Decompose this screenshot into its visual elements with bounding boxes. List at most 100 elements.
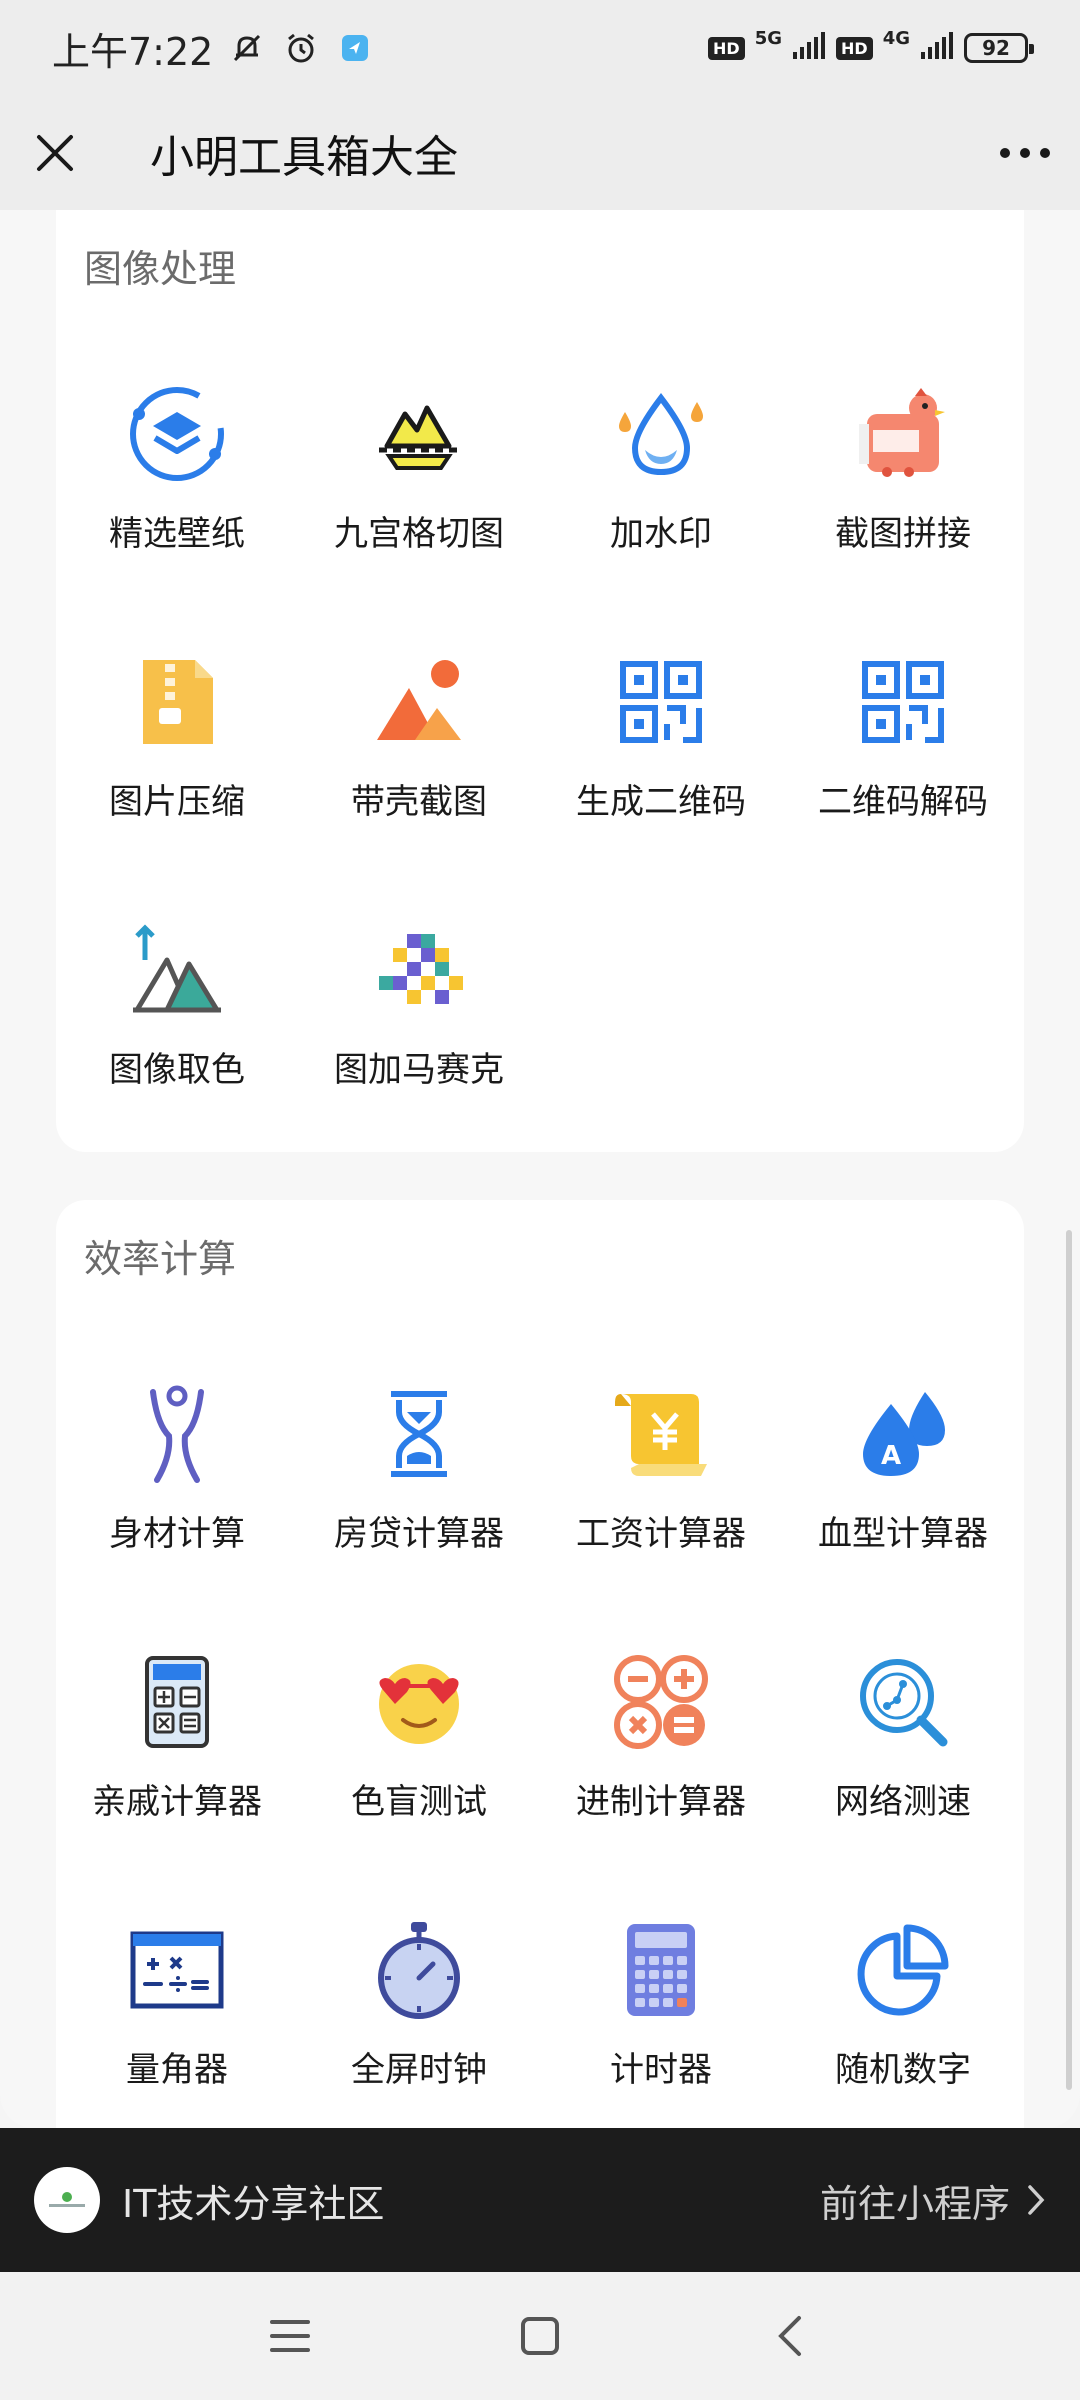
signal-bars-icon (920, 31, 954, 65)
chicken-screenshot-icon (853, 384, 953, 484)
qr-decode-icon (853, 652, 953, 752)
page-title: 小明工具箱大全 (150, 132, 458, 183)
hd-badge-2: HD (836, 36, 873, 60)
sunglasses-face-icon (369, 1652, 469, 1752)
tool-item[interactable]: 量角器 (56, 1896, 298, 2128)
tool-item[interactable]: 随机数字 (782, 1896, 1024, 2128)
status-left: 上午7:22 (52, 21, 375, 76)
tool-item[interactable]: A 血型计算器 (782, 1360, 1024, 1628)
tool-label: 截图拼接 (835, 514, 971, 554)
mosaic-icon (369, 920, 469, 1020)
keypad-calculator-icon (611, 1920, 711, 2020)
tool-item[interactable]: 图像取色 (56, 896, 298, 1164)
yuan-scroll-icon (611, 1384, 711, 1484)
pie-chart-icon (853, 1920, 953, 2020)
tool-item[interactable]: 全屏时钟 (298, 1896, 540, 2128)
back-chevron-icon (778, 2316, 801, 2356)
menu-lines-icon (270, 2320, 310, 2352)
tool-label: 生成二维码 (576, 782, 746, 822)
tool-item[interactable]: 身材计算 (56, 1360, 298, 1628)
more-options-button[interactable] (970, 96, 1080, 210)
tool-label: 随机数字 (835, 2050, 971, 2090)
tool-label: 色盲测试 (351, 1782, 487, 1822)
tool-item[interactable]: 截图拼接 (782, 360, 1024, 628)
tool-item[interactable]: 二维码解码 (782, 628, 1024, 896)
tool-label: 身材计算 (109, 1514, 245, 1554)
section-card-image: 图像处理 精选壁纸 九宫格切图 加水印 截图拼接 图片压缩 带壳截图 生成二维码… (56, 210, 1024, 1152)
status-bar: 上午7:22 HD 5G HD 4G 92 (0, 0, 1080, 96)
menu-button[interactable] (260, 2306, 320, 2366)
alarm-clock-icon (281, 28, 321, 68)
tool-label: 全屏时钟 (351, 2050, 487, 2090)
mini-program-avatar (34, 2167, 100, 2233)
title-bar: 小明工具箱大全 (0, 96, 1080, 210)
back-button[interactable] (760, 2306, 820, 2366)
tool-label: 加水印 (610, 514, 712, 554)
tool-label: 房贷计算器 (334, 1514, 504, 1554)
body-figure-icon (127, 1384, 227, 1484)
tool-item[interactable]: 进制计算器 (540, 1628, 782, 1896)
tool-item[interactable]: 加水印 (540, 360, 782, 628)
open-mini-program-label: 前往小程序 (819, 2181, 1010, 2226)
tool-label: 图像取色 (109, 1050, 245, 1090)
qr-code-icon (611, 652, 711, 752)
tool-grid: 身材计算 房贷计算器 工资计算器 A 血型计算器 亲戚计算器 色盲测试 进制计算… (56, 1360, 1024, 2128)
home-button[interactable] (510, 2306, 570, 2366)
mountain-sun-icon (369, 652, 469, 752)
tool-item[interactable]: 九宫格切图 (298, 360, 540, 628)
signal-bars-icon (792, 31, 826, 65)
tool-item[interactable]: 带壳截图 (298, 628, 540, 896)
tool-label: 精选壁纸 (109, 514, 245, 554)
open-mini-program-link[interactable]: 前往小程序 (820, 2173, 1046, 2228)
tool-label: 图片压缩 (109, 782, 245, 822)
status-right: HD 5G HD 4G 92 (708, 28, 1034, 65)
stopwatch-icon (369, 1920, 469, 2020)
tool-item[interactable]: 色盲测试 (298, 1628, 540, 1896)
network-search-icon (853, 1652, 953, 1752)
tool-list[interactable]: 图像处理 精选壁纸 九宫格切图 加水印 截图拼接 图片压缩 带壳截图 生成二维码… (0, 210, 1080, 2128)
more-dots-icon (1000, 148, 1050, 158)
tool-item[interactable]: 亲戚计算器 (56, 1628, 298, 1896)
section-title: 图像处理 (84, 247, 237, 291)
tool-label: 进制计算器 (576, 1782, 746, 1822)
network-5g-label: 5G (754, 27, 783, 49)
math-operators-icon (611, 1652, 711, 1752)
tool-item[interactable]: 房贷计算器 (298, 1360, 540, 1628)
community-logo-icon (49, 2192, 85, 2207)
tool-label: 计时器 (610, 2050, 712, 2090)
zip-file-icon (127, 652, 227, 752)
tool-label: 九宫格切图 (334, 514, 504, 554)
tool-item[interactable]: 工资计算器 (540, 1360, 782, 1628)
layers-ring-icon (127, 384, 227, 484)
section-card-calc: 效率计算 身材计算 房贷计算器 工资计算器 A 血型计算器 亲戚计算器 色盲测试… (56, 1200, 1024, 2128)
chevron-right-icon (1028, 2185, 1045, 2215)
tool-label: 网络测速 (835, 1782, 971, 1822)
tool-label: 工资计算器 (576, 1514, 746, 1554)
tool-label: 带壳截图 (351, 782, 487, 822)
tool-item[interactable]: 图片压缩 (56, 628, 298, 896)
system-nav-bar (0, 2272, 1080, 2400)
tool-item[interactable]: 计时器 (540, 1896, 782, 2128)
tool-item[interactable]: 网络测速 (782, 1628, 1024, 1896)
close-icon (37, 135, 73, 171)
home-square-icon (521, 2317, 559, 2355)
tool-label: 图加马赛克 (334, 1050, 504, 1090)
close-button[interactable] (0, 96, 110, 210)
network-4g-label: 4G (882, 27, 910, 49)
calculator-icon (127, 1652, 227, 1752)
mini-program-name: IT技术分享社区 (122, 2181, 385, 2226)
hourglass-icon (369, 1384, 469, 1484)
tool-label: 二维码解码 (818, 782, 988, 822)
mountain-arrow-icon (127, 920, 227, 1020)
tool-item[interactable]: 生成二维码 (540, 628, 782, 896)
tool-grid: 精选壁纸 九宫格切图 加水印 截图拼接 图片压缩 带壳截图 生成二维码 二维码解… (56, 360, 1024, 1164)
tool-label: 血型计算器 (818, 1514, 988, 1554)
hd-badge-1: HD (708, 36, 745, 60)
tool-item[interactable]: 图加马赛克 (298, 896, 540, 1164)
mini-program-bar[interactable]: IT技术分享社区 前往小程序 (0, 2128, 1080, 2272)
battery-indicator: 92 (964, 33, 1034, 63)
tool-item[interactable]: 精选壁纸 (56, 360, 298, 628)
svg-text:A: A (881, 1441, 901, 1471)
status-time: 上午7:22 (52, 29, 214, 74)
scrollbar[interactable] (1066, 1230, 1072, 2090)
